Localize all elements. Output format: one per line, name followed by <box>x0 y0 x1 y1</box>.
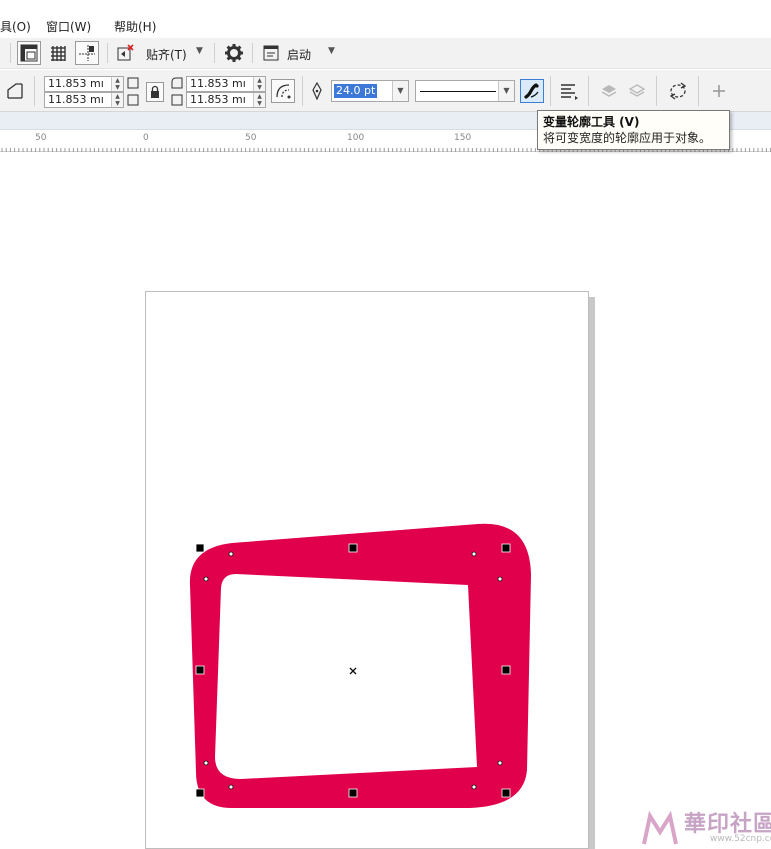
corner-node[interactable] <box>497 760 503 766</box>
watermark-logo-icon <box>642 810 678 845</box>
selection-handle[interactable] <box>195 788 205 798</box>
selection-handle[interactable] <box>501 543 511 553</box>
tool-tooltip: 变量轮廓工具 (V) 将可变宽度的轮廓应用于对象。 <box>537 110 730 150</box>
corner-node[interactable] <box>471 784 477 790</box>
watermark-url: www.52cnp.com <box>710 834 771 844</box>
watermark: 華印社區 www.52cnp.com <box>640 806 771 849</box>
corner-node[interactable] <box>497 576 503 582</box>
variable-outline-shape[interactable] <box>189 523 532 808</box>
center-marker-icon <box>349 667 357 675</box>
corner-node[interactable] <box>203 576 209 582</box>
corner-node[interactable] <box>471 551 477 557</box>
corner-node[interactable] <box>203 760 209 766</box>
selection-handle[interactable] <box>195 543 205 553</box>
selection-handle[interactable] <box>195 665 205 675</box>
tooltip-description: 将可变宽度的轮廓应用于对象。 <box>543 131 712 145</box>
corner-node[interactable] <box>228 784 234 790</box>
selection-handle[interactable] <box>348 543 358 553</box>
app-window: 具(O) 窗口(W) 帮助(H) 贴齐(T) ▼ 启动 ▼ 11.853 mı … <box>0 0 771 849</box>
selection-handle[interactable] <box>501 665 511 675</box>
corner-node[interactable] <box>228 551 234 557</box>
tooltip-title: 变量轮廓工具 (V) <box>543 115 640 129</box>
selection-handle[interactable] <box>501 788 511 798</box>
selection-handle[interactable] <box>348 788 358 798</box>
